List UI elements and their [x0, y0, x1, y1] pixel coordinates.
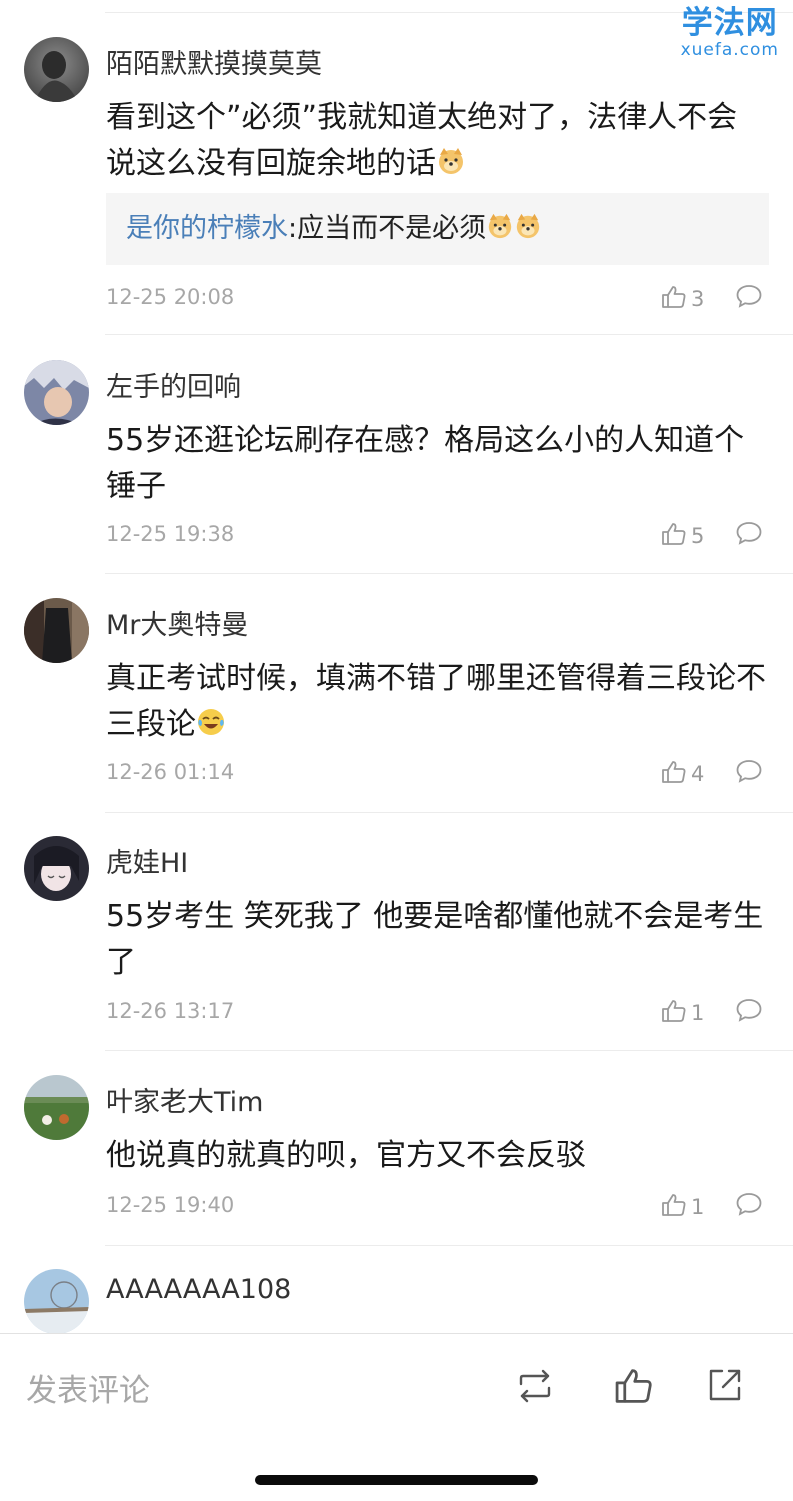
thumbs-up-icon — [661, 284, 687, 314]
comment-text: 看到这个”必须”我就知道太绝对了，法律人不会说这么没有回旋余地的话 — [106, 95, 766, 190]
comment-timestamp: 12-26 13:17 — [106, 999, 235, 1023]
reply-button[interactable] — [735, 1191, 763, 1221]
doge-emoji-icon — [514, 196, 542, 268]
like-button[interactable]: 1 — [661, 998, 704, 1028]
avatar[interactable] — [24, 598, 89, 663]
like-button[interactable]: 4 — [661, 759, 704, 789]
like-count: 1 — [691, 1195, 705, 1219]
thumbs-up-icon — [661, 998, 687, 1028]
comment-bubble-icon — [735, 522, 763, 550]
avatar[interactable] — [24, 836, 89, 901]
reply-button[interactable] — [735, 997, 763, 1027]
comment-divider — [105, 334, 793, 335]
like-count: 4 — [691, 762, 705, 786]
comment-divider — [105, 1050, 793, 1051]
username[interactable]: 虎娃HI — [106, 841, 188, 880]
comment-timestamp: 12-25 20:08 — [106, 285, 235, 309]
comment-bubble-icon — [735, 1193, 763, 1221]
thumbs-up-icon — [661, 759, 687, 789]
reply-button[interactable] — [735, 283, 763, 313]
laugh-cry-emoji-icon — [196, 705, 226, 751]
comment-divider — [105, 812, 793, 813]
bottom-action-bar: 发表评论 — [0, 1333, 793, 1501]
reply-preview[interactable]: 是你的柠檬水:应当而不是必须 — [106, 193, 769, 265]
watermark-logo: 学法网 xuefa.com — [680, 5, 779, 60]
avatar[interactable] — [24, 1269, 89, 1334]
comment-timestamp: 12-26 01:14 — [106, 760, 235, 784]
username[interactable]: 陌陌默默摸摸莫莫 — [106, 42, 322, 81]
avatar[interactable] — [24, 37, 89, 102]
comment-divider — [105, 573, 793, 574]
username[interactable]: AAAAAAA108 — [106, 1274, 291, 1305]
comment-divider — [105, 1245, 793, 1246]
username[interactable]: Mr大奥特曼 — [106, 603, 248, 642]
like-count: 3 — [691, 287, 705, 311]
thumbs-up-icon — [661, 521, 687, 551]
comment-text: 55岁还逛论坛刷存在感？格局这么小的人知道个锤子 — [106, 423, 745, 504]
doge-emoji-icon — [436, 144, 466, 190]
avatar[interactable] — [24, 1075, 89, 1140]
reply-username[interactable]: 是你的柠檬水 — [126, 213, 288, 244]
comment-timestamp: 12-25 19:40 — [106, 1193, 235, 1217]
comment-bubble-icon — [735, 999, 763, 1027]
thumbs-up-icon[interactable] — [614, 1366, 654, 1410]
comment-text: 真正考试时候，填满不错了哪里还管得着三段论不三段论 — [106, 656, 766, 751]
like-count: 5 — [691, 524, 705, 548]
share-icon[interactable] — [706, 1366, 744, 1408]
avatar[interactable] — [24, 360, 89, 425]
home-indicator — [255, 1475, 538, 1485]
comment-text: 他说真的就真的呗，官方又不会反驳 — [106, 1138, 586, 1173]
like-count: 1 — [691, 1001, 705, 1025]
comment-text: 55岁考生 笑死我了 他要是啥都懂他就不会是考生了 — [106, 899, 764, 980]
comment-bubble-icon — [735, 285, 763, 313]
like-button[interactable]: 5 — [661, 521, 704, 551]
compose-comment-input[interactable]: 发表评论 — [26, 1365, 150, 1410]
comment-bubble-icon — [735, 760, 763, 788]
reply-text: 应当而不是必须 — [297, 213, 487, 244]
reply-button[interactable] — [735, 758, 763, 788]
like-button[interactable]: 3 — [661, 284, 704, 314]
comment-timestamp: 12-25 19:38 — [106, 522, 235, 546]
username[interactable]: 叶家老大Tim — [106, 1080, 263, 1119]
thumbs-up-icon — [661, 1192, 687, 1222]
repost-icon[interactable] — [515, 1366, 555, 1410]
reply-button[interactable] — [735, 520, 763, 550]
doge-emoji-icon — [486, 196, 514, 268]
username[interactable]: 左手的回响 — [106, 365, 241, 404]
like-button[interactable]: 1 — [661, 1192, 704, 1222]
